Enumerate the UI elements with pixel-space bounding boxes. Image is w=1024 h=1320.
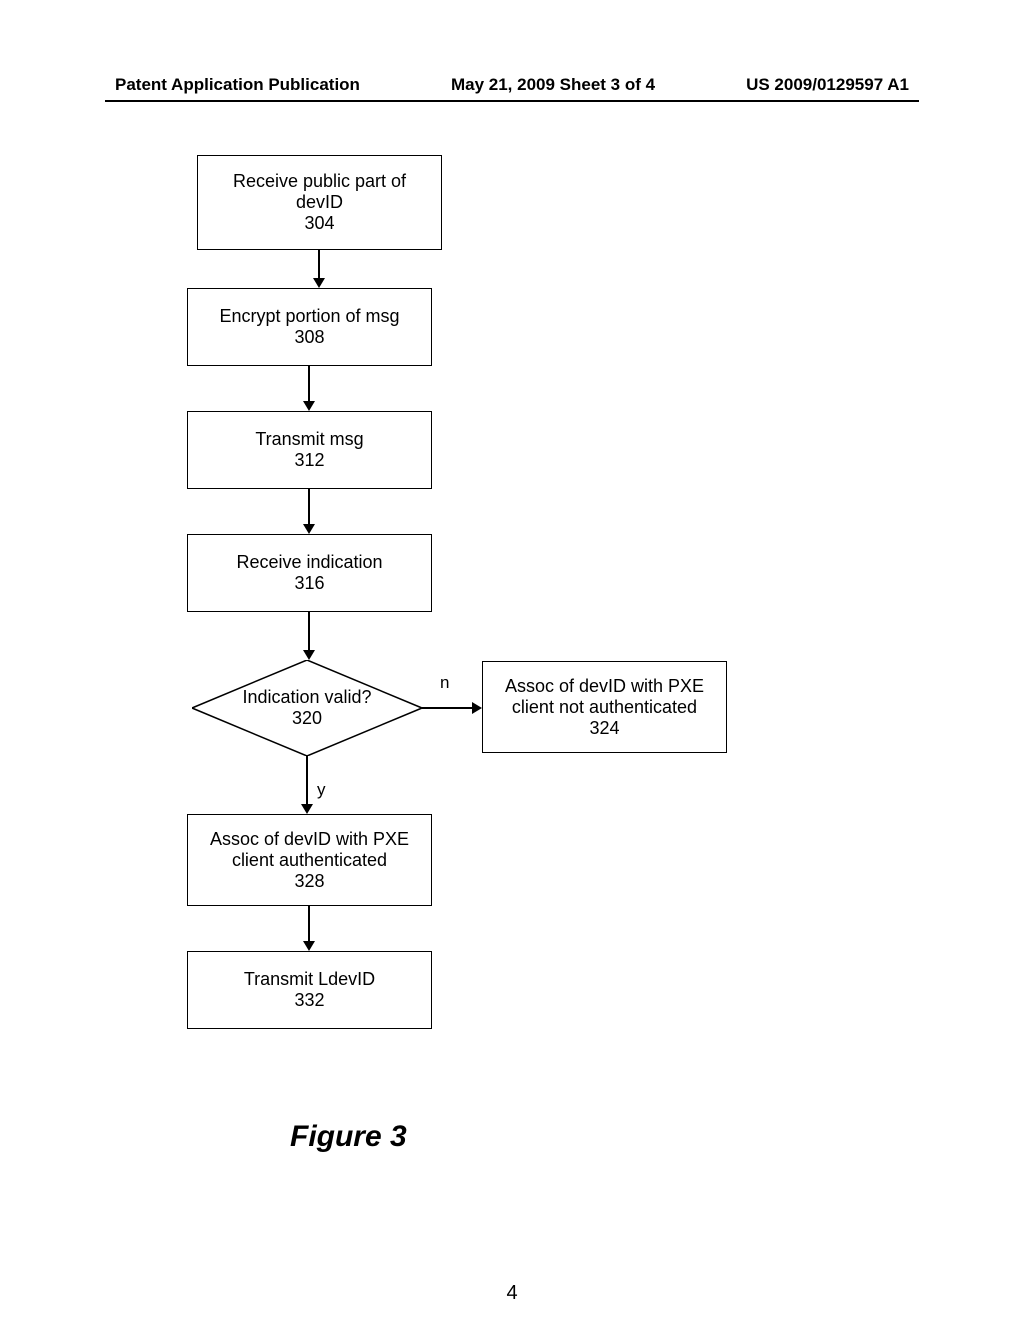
box-number: 312: [294, 450, 324, 471]
label-yes: y: [317, 780, 326, 800]
arrow: [308, 906, 310, 943]
arrow-head: [472, 702, 482, 714]
decision-320: Indication valid? 320: [192, 660, 422, 756]
arrow-head: [303, 650, 315, 660]
arrow-head: [301, 804, 313, 814]
header-center: May 21, 2009 Sheet 3 of 4: [451, 75, 655, 95]
page-number: 4: [506, 1282, 517, 1305]
arrow: [306, 756, 308, 806]
header-left: Patent Application Publication: [115, 75, 360, 95]
box-number: 316: [294, 573, 324, 594]
box-text: Assoc of devID with PXE: [505, 676, 704, 697]
arrow: [308, 612, 310, 652]
box-text: Transmit msg: [255, 429, 363, 450]
arrow: [318, 250, 320, 280]
arrow-head: [303, 941, 315, 951]
box-number: 304: [304, 213, 334, 234]
figure-label: Figure 3: [290, 1120, 407, 1154]
arrow: [308, 489, 310, 526]
arrow-head: [313, 278, 325, 288]
box-number: 324: [589, 718, 619, 739]
arrow: [308, 366, 310, 403]
arrow-head: [303, 524, 315, 534]
label-no: n: [440, 673, 449, 693]
diamond-number: 320: [292, 708, 322, 729]
box-text: Receive indication: [236, 552, 382, 573]
box-text: Assoc of devID with PXE: [210, 829, 409, 850]
box-number: 308: [294, 327, 324, 348]
arrow: [422, 707, 474, 709]
box-328: Assoc of devID with PXE client authentic…: [187, 814, 432, 906]
box-text: Transmit LdevID: [244, 969, 375, 990]
box-324: Assoc of devID with PXE client not authe…: [482, 661, 727, 753]
header-divider: [105, 100, 919, 102]
box-316: Receive indication 316: [187, 534, 432, 612]
diamond-text: Indication valid?: [242, 687, 371, 708]
box-304: Receive public part of devID 304: [197, 155, 442, 250]
box-text: client authenticated: [232, 850, 387, 871]
box-text: Receive public part of: [233, 171, 406, 192]
box-text: devID: [296, 192, 343, 213]
header-right: US 2009/0129597 A1: [746, 75, 909, 95]
box-312: Transmit msg 312: [187, 411, 432, 489]
box-308: Encrypt portion of msg 308: [187, 288, 432, 366]
box-332: Transmit LdevID 332: [187, 951, 432, 1029]
box-text: client not authenticated: [512, 697, 697, 718]
box-number: 332: [294, 990, 324, 1011]
arrow-head: [303, 401, 315, 411]
box-text: Encrypt portion of msg: [219, 306, 399, 327]
box-number: 328: [294, 871, 324, 892]
